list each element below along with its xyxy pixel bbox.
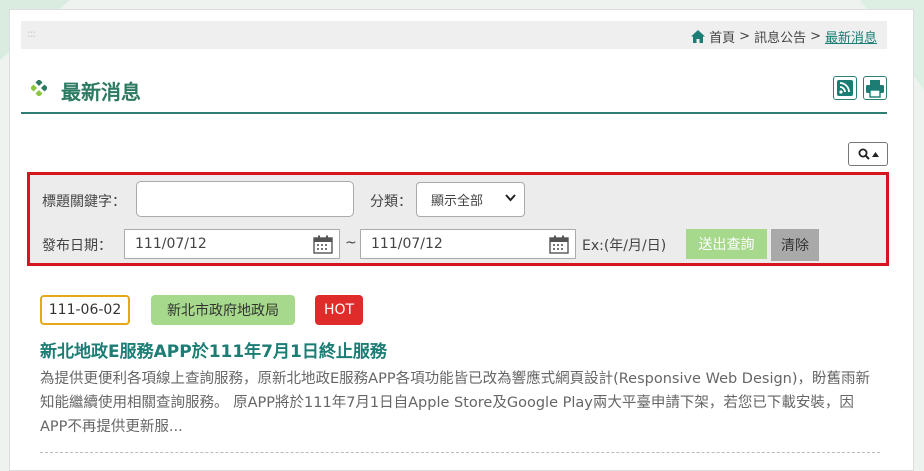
date-label: 發布日期： — [42, 238, 112, 254]
print-button[interactable] — [863, 76, 887, 100]
calendar-icon[interactable] — [549, 235, 569, 254]
drag-dots: ::: — [27, 27, 36, 40]
category-label: 分類： — [370, 194, 412, 210]
breadcrumb-separator: > — [739, 29, 751, 44]
news-title-link[interactable]: 新北地政E服務APP於111年7月1日終止服務 — [40, 337, 387, 362]
date-to-input[interactable]: 111/07/12 — [360, 229, 576, 259]
breadcrumb-current[interactable]: 最新消息 — [825, 27, 877, 46]
date-range-separator: ~ — [345, 235, 357, 251]
date-from-value: 111/07/12 — [135, 236, 207, 252]
breadcrumb-bar: ::: 首頁 > 訊息公告 > 最新消息 — [21, 21, 887, 49]
search-toggle-button[interactable] — [848, 142, 888, 166]
submit-button[interactable]: 送出查詢 — [686, 229, 767, 259]
news-unit-badge: 新北市政府地政局 — [151, 295, 295, 325]
date-from-input[interactable]: 111/07/12 — [124, 229, 340, 259]
keyword-label: 標題關鍵字： — [42, 194, 126, 210]
breadcrumb-section[interactable]: 訊息公告 — [754, 27, 806, 46]
search-icon — [858, 148, 870, 160]
date-format-hint: Ex:(年/月/日) — [582, 238, 667, 254]
keyword-input[interactable] — [136, 181, 354, 217]
home-icon[interactable] — [691, 30, 706, 43]
breadcrumb: 首頁 > 訊息公告 > 最新消息 — [691, 27, 877, 46]
news-summary: 為提供更便利各項線上查詢服務，原新北地政E服務APP各項功能皆已改為響應式網頁設… — [40, 371, 871, 435]
print-icon — [866, 80, 884, 98]
category-select-value: 顯示全部 — [431, 194, 484, 209]
category-select[interactable]: 顯示全部 — [416, 182, 525, 217]
diamond-icon — [31, 80, 47, 96]
breadcrumb-home[interactable]: 首頁 — [709, 27, 735, 46]
news-date-badge: 111-06-02 — [40, 295, 130, 325]
clear-button[interactable]: 清除 — [771, 229, 819, 261]
rss-button[interactable] — [833, 76, 857, 100]
page-title: 最新消息 — [61, 80, 141, 104]
calendar-icon[interactable] — [313, 235, 333, 254]
title-row: 最新消息 — [21, 66, 887, 114]
rss-icon — [837, 80, 853, 96]
breadcrumb-separator: > — [810, 29, 821, 44]
caret-up-icon — [871, 151, 879, 157]
search-panel: 標題關鍵字： 分類： 顯示全部 發布日期： 111/07/12 ~ 111/07… — [27, 172, 889, 266]
hot-badge: HOT — [315, 295, 363, 325]
date-to-value: 111/07/12 — [371, 236, 443, 252]
news-divider — [40, 452, 880, 453]
chevron-down-icon — [505, 194, 516, 202]
